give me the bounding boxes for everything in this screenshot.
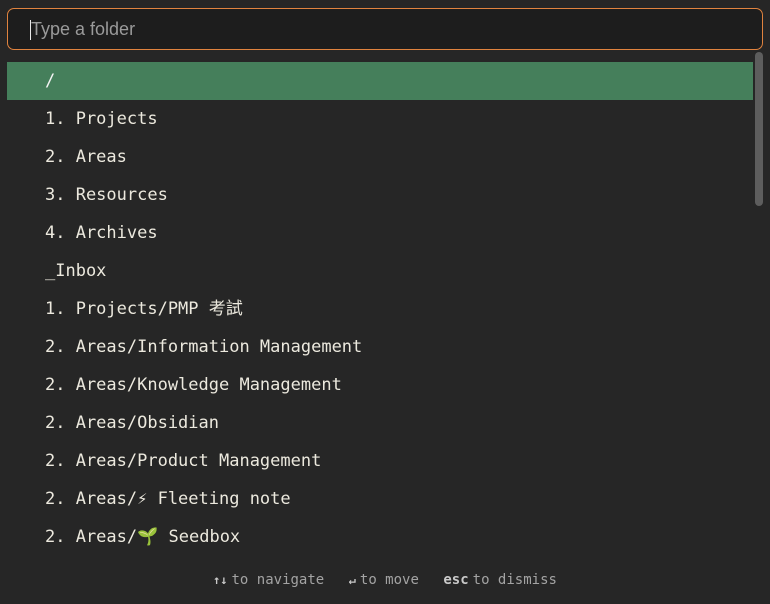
list-scrollbar[interactable] [755,52,763,562]
text-caret [30,20,31,40]
hint-move-label: to move [359,572,419,588]
suggestion-item[interactable]: 2. Areas/🌱 Seedbox [7,518,753,556]
instructions-footer: ↑↓ to navigate ↵ to move esc to dismiss [0,572,770,598]
hint-move: ↵ to move [349,572,419,588]
hint-navigate-label: to navigate [231,572,325,588]
esc-key-label: esc [443,572,469,588]
arrow-keys-icon: ↑↓ [213,573,228,587]
suggestion-item-root[interactable]: / [7,62,753,100]
hint-dismiss-label: to dismiss [472,572,557,588]
suggestion-item[interactable]: 2. Areas/Knowledge Management [7,366,753,404]
suggestion-item[interactable]: 2. Areas/Product Management [7,442,753,480]
folder-suggest-modal: / 1. Projects 2. Areas 3. Resources 4. A… [0,0,770,604]
scrollbar-thumb[interactable] [755,52,763,206]
suggestion-item[interactable]: 2. Areas [7,138,753,176]
suggestion-item[interactable]: 2. Areas/⚡ Fleeting note [7,480,753,518]
enter-key-icon: ↵ [348,573,356,587]
suggestion-item[interactable]: 1. Projects [7,100,753,138]
folder-search-input[interactable] [8,9,762,49]
suggestion-item[interactable]: 1. Projects/PMP 考試 [7,290,753,328]
suggestion-list: / 1. Projects 2. Areas 3. Resources 4. A… [7,62,753,562]
suggestion-item[interactable]: 2. Areas/Obsidian [7,404,753,442]
suggestion-item[interactable]: 2. Areas/Information Management [7,328,753,366]
search-box [7,8,763,50]
hint-dismiss: esc to dismiss [443,572,557,588]
suggestion-item[interactable]: 4. Archives [7,214,753,252]
suggestion-item[interactable]: 3. Resources [7,176,753,214]
hint-navigate: ↑↓ to navigate [213,572,324,588]
suggestion-item[interactable]: _Inbox [7,252,753,290]
